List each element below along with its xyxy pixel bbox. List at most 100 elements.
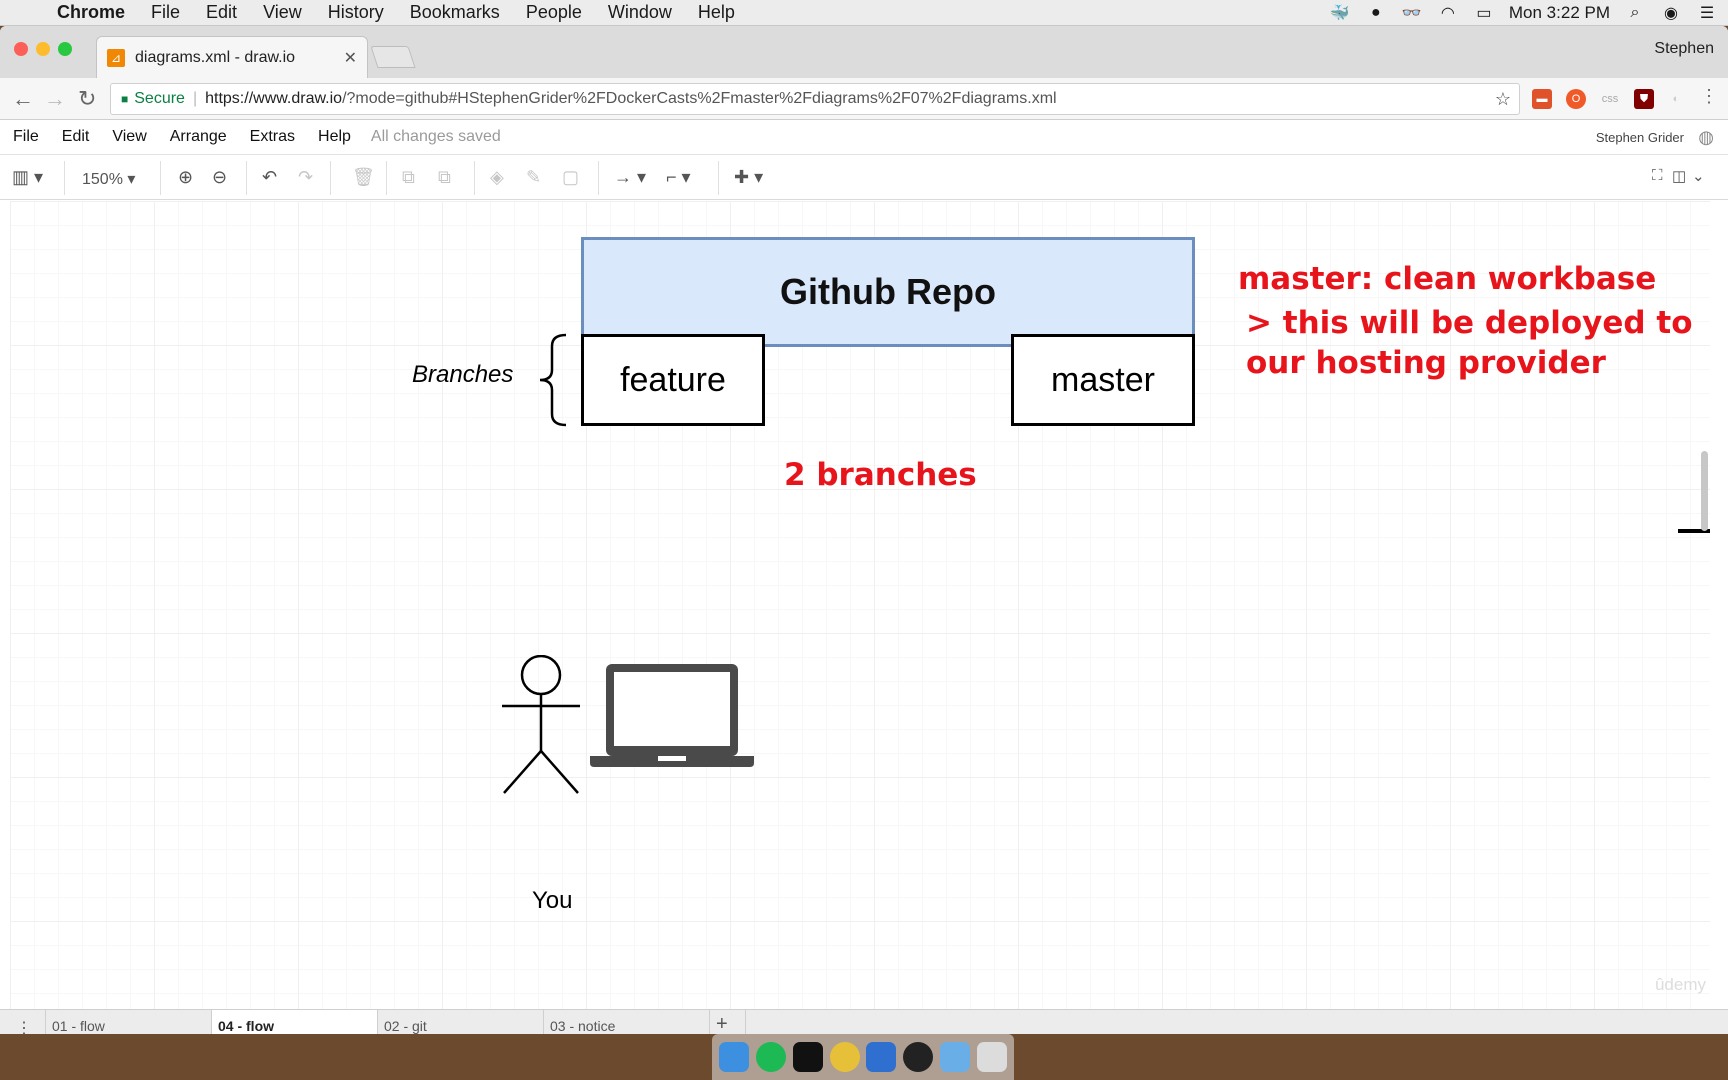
toolbar-divider: [64, 161, 65, 195]
drawio-user-menu[interactable]: Stephen Grider: [1596, 130, 1684, 145]
format-panel-toggle-icon[interactable]: ▥ ▾: [12, 167, 43, 188]
finder-icon[interactable]: [718, 1042, 749, 1072]
obs-icon[interactable]: ●: [1365, 4, 1387, 22]
waypoint-style-icon[interactable]: ⌐ ▾: [666, 167, 691, 188]
menu-bookmarks[interactable]: Bookmarks: [397, 2, 513, 23]
chrome-icon[interactable]: [829, 1042, 860, 1072]
back-arrow-icon[interactable]: ←: [12, 86, 34, 112]
zoom-dropdown[interactable]: 150% ▾: [82, 169, 135, 189]
glasses-icon[interactable]: 👓: [1401, 4, 1423, 22]
menu-help[interactable]: Help: [685, 2, 748, 23]
toolbar-divider: [598, 161, 599, 195]
to-back-icon[interactable]: ⧉: [438, 167, 451, 188]
line-color-icon[interactable]: ✎: [526, 167, 541, 188]
drawio-menu-extras[interactable]: Extras: [237, 128, 305, 146]
menu-app-chrome[interactable]: Chrome: [44, 2, 138, 23]
collapse-chevron-icon[interactable]: ⌄: [1692, 167, 1705, 185]
zoom-in-icon[interactable]: ⊕: [178, 167, 193, 188]
master-branch-shape[interactable]: master: [1011, 334, 1195, 426]
opera-extension-icon[interactable]: O: [1566, 89, 1586, 109]
reload-icon[interactable]: ↻: [78, 86, 96, 112]
page-tab-04-flow[interactable]: 04 - flow: [212, 1010, 378, 1034]
menu-window[interactable]: Window: [595, 2, 685, 23]
profile-name[interactable]: Stephen: [1654, 40, 1714, 58]
clock[interactable]: Mon 3:22 PM: [1509, 3, 1610, 23]
ublock-icon[interactable]: ⛊: [1634, 89, 1654, 109]
stick-figure-actor-icon[interactable]: [498, 655, 588, 795]
siri-icon[interactable]: ◉: [1660, 4, 1682, 22]
spotify-icon[interactable]: [755, 1042, 786, 1072]
drawio-menu-arrange[interactable]: Arrange: [157, 128, 237, 146]
docker-icon[interactable]: 🐳: [1329, 4, 1351, 22]
zoom-out-icon[interactable]: ⊖: [212, 167, 227, 188]
extension-icon-grey[interactable]: ◐: [1666, 89, 1686, 109]
battery-icon[interactable]: ▭: [1473, 4, 1495, 22]
connection-arrow-icon[interactable]: → ▾: [614, 167, 646, 188]
chrome-menu-icon[interactable]: ⋮: [1700, 86, 1718, 107]
page-tabs-bar: ⋮ 01 - flow 04 - flow 02 - git 03 - noti…: [0, 1009, 1728, 1034]
menu-file[interactable]: File: [138, 2, 193, 23]
window-minimize-button[interactable]: [36, 42, 50, 56]
forward-arrow-icon[interactable]: →: [44, 86, 66, 112]
bookmark-star-icon[interactable]: ☆: [1495, 89, 1511, 110]
url-path: /?mode=github#HStephenGrider%2FDockerCas…: [342, 90, 1057, 107]
feature-branch-shape[interactable]: feature: [581, 334, 765, 426]
toolbar-divider: [330, 161, 331, 195]
new-tab-button[interactable]: [370, 46, 416, 68]
browser-tab-active[interactable]: ⊿ diagrams.xml - draw.io ✕: [96, 36, 368, 78]
drawing-canvas[interactable]: Github Repo feature master Branches mast…: [10, 201, 1710, 1009]
insert-plus-icon[interactable]: ✚ ▾: [734, 167, 763, 188]
page-tab-01-flow[interactable]: 01 - flow: [46, 1010, 212, 1034]
window-zoom-button[interactable]: [58, 42, 72, 56]
vscode-icon[interactable]: [866, 1042, 897, 1072]
window-close-button[interactable]: [14, 42, 28, 56]
menu-people[interactable]: People: [513, 2, 595, 23]
downloads-folder-icon[interactable]: [940, 1042, 971, 1072]
drawio-menu-help[interactable]: Help: [305, 128, 361, 146]
spotlight-search-icon[interactable]: ⌕: [1624, 4, 1646, 22]
menu-edit[interactable]: Edit: [193, 2, 250, 23]
toolbar-divider: [246, 161, 247, 195]
obs-dock-icon[interactable]: [903, 1042, 934, 1072]
master-note-line3[interactable]: our hosting provider: [1246, 345, 1606, 381]
actor-label[interactable]: You: [532, 887, 573, 915]
extension-icon[interactable]: ▬: [1532, 89, 1552, 109]
delete-icon[interactable]: 🗑: [352, 167, 375, 188]
page-menu-icon[interactable]: ⋮: [10, 1010, 46, 1034]
url-separator: |: [192, 90, 198, 107]
toggle-panel-icon[interactable]: ◫: [1672, 167, 1686, 185]
page-tab-02-git[interactable]: 02 - git: [378, 1010, 544, 1034]
drawio-menu-edit[interactable]: Edit: [49, 128, 100, 146]
master-note-line1[interactable]: master: clean workbase: [1238, 261, 1656, 297]
omnibar: ← → ↻ ■ Secure | https://www.draw.io/?mo…: [0, 78, 1728, 120]
github-repo-shape[interactable]: Github Repo: [581, 237, 1195, 347]
to-front-icon[interactable]: ⧉: [402, 167, 415, 188]
branch-count-label[interactable]: 2 branches: [784, 457, 977, 493]
drawio-menu-file[interactable]: File: [0, 128, 49, 146]
drawio-menu-view[interactable]: View: [99, 128, 156, 146]
undo-icon[interactable]: ↶: [262, 167, 277, 188]
master-note-line2[interactable]: > this will be deployed to: [1246, 305, 1693, 341]
fill-color-icon[interactable]: ◈: [490, 167, 504, 188]
branches-label[interactable]: Branches: [412, 361, 513, 389]
notification-center-icon[interactable]: ☰: [1696, 4, 1718, 22]
redo-icon[interactable]: ↷: [298, 167, 313, 188]
menu-history[interactable]: History: [315, 2, 397, 23]
trash-icon[interactable]: [977, 1042, 1007, 1072]
add-page-icon[interactable]: +: [710, 1010, 746, 1034]
page-tab-03-notice[interactable]: 03 - notice: [544, 1010, 710, 1034]
shadow-icon[interactable]: ▢: [562, 167, 579, 188]
css-extension-icon[interactable]: css: [1600, 89, 1620, 109]
close-tab-icon[interactable]: ✕: [344, 48, 357, 68]
tab-title: diagrams.xml - draw.io: [135, 48, 296, 66]
menu-view[interactable]: View: [250, 2, 315, 23]
vertical-scrollbar[interactable]: [1701, 451, 1708, 531]
terminal-icon[interactable]: [792, 1042, 823, 1072]
udemy-watermark: ûdemy: [1654, 975, 1706, 994]
fullscreen-icon[interactable]: ⛶: [1652, 167, 1663, 184]
curly-brace-shape[interactable]: [530, 332, 576, 428]
wifi-icon[interactable]: ◠: [1437, 4, 1459, 22]
address-bar[interactable]: ■ Secure | https://www.draw.io/?mode=git…: [110, 83, 1520, 115]
laptop-icon[interactable]: [590, 659, 756, 769]
language-globe-icon[interactable]: ◍: [1698, 127, 1714, 148]
